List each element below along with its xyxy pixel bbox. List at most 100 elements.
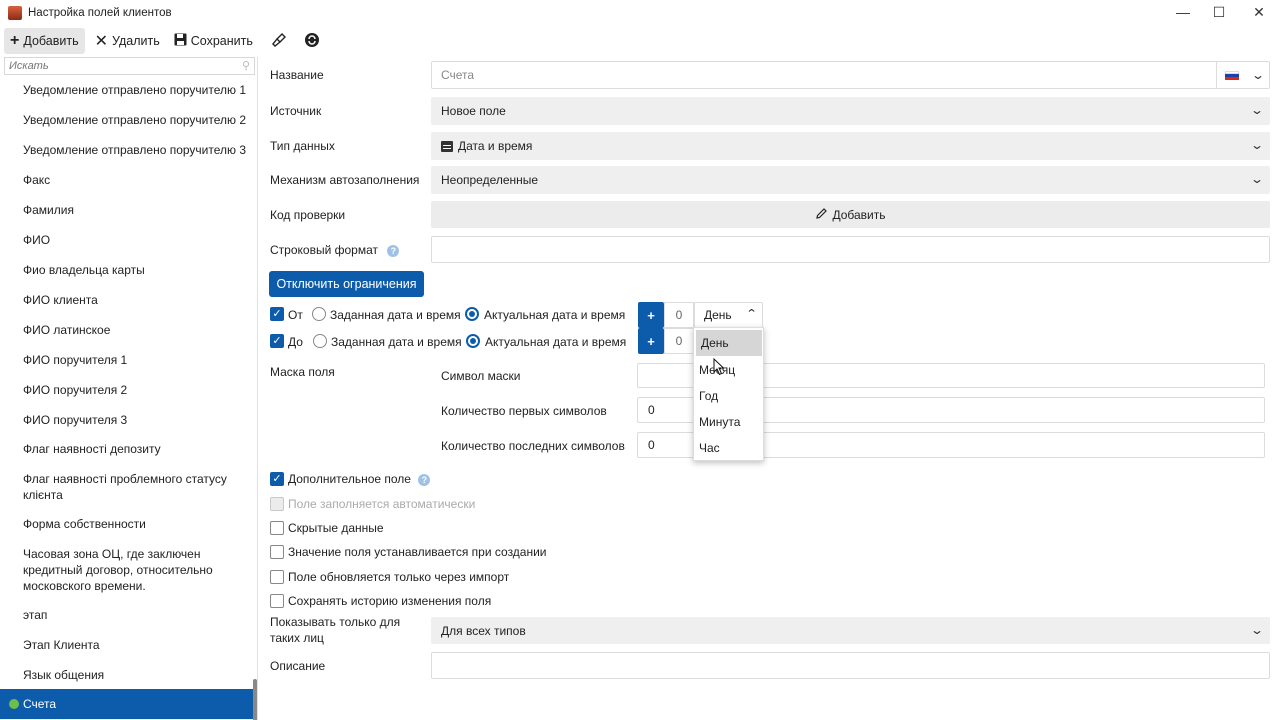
import-only-checkbox[interactable] — [270, 570, 284, 584]
disable-limits-button[interactable]: Отключить ограничения — [269, 271, 424, 297]
save-button[interactable]: Сохранить — [168, 28, 259, 54]
list-item[interactable]: Флаг наявності депозиту — [0, 441, 254, 457]
list-item[interactable]: Форма собственности — [0, 516, 254, 532]
type-select[interactable]: Дата и время ⌄ — [431, 132, 1270, 160]
from-number-input[interactable]: 0 — [664, 302, 694, 328]
brush-button[interactable] — [265, 28, 293, 54]
hidden-data-checkbox[interactable] — [270, 521, 284, 535]
from-given-label: Заданная дата и время — [330, 308, 461, 322]
list-item[interactable]: ФИО — [0, 232, 254, 248]
unit-dropdown: День Месяц Год Минута Час — [693, 327, 764, 461]
from-plus-button[interactable]: + — [638, 302, 664, 328]
extra-field-text: Дополнительное поле — [288, 472, 411, 486]
keep-history-checkbox[interactable] — [270, 594, 284, 608]
to-label: До — [288, 335, 303, 349]
extra-field-checkbox[interactable]: ✓ — [270, 472, 284, 486]
floppy-icon — [174, 33, 187, 49]
last-count-label: Количество последних символов — [441, 439, 625, 453]
dropdown-option-month[interactable]: Месяц — [694, 357, 763, 383]
list-item[interactable]: Язык общения — [0, 667, 254, 683]
format-label: Строковый формат ? — [270, 243, 400, 257]
name-label: Название — [270, 68, 324, 82]
check-code-label: Код проверки — [270, 208, 346, 222]
divider — [1216, 62, 1217, 88]
show-for-value: Для всех типов — [441, 623, 526, 638]
delete-button[interactable]: ✕ Удалить — [89, 28, 166, 54]
name-input[interactable]: Счета ⌄ — [431, 61, 1270, 89]
list-item-selected[interactable]: Счета — [0, 689, 254, 719]
search-input[interactable] — [5, 58, 254, 74]
name-value: Счета — [441, 68, 475, 82]
list-item[interactable]: Уведомление отправлено поручителю 3 — [0, 142, 254, 158]
calendar-icon — [441, 140, 453, 152]
unit-value: День — [704, 308, 732, 322]
app-icon — [8, 6, 22, 20]
autofill-select[interactable]: Неопределенные ⌄ — [431, 166, 1270, 194]
title-bar: Настройка полей клиентов — ☐ ✕ — [0, 0, 1280, 26]
autofill-value: Неопределенные — [441, 173, 539, 187]
list-item[interactable]: ФИО клиента — [0, 292, 254, 308]
hidden-data-label: Скрытые данные — [288, 521, 384, 535]
refresh-button[interactable] — [299, 28, 325, 54]
to-number-input[interactable]: 0 — [664, 328, 694, 354]
list-item[interactable]: Факс — [0, 172, 254, 188]
flag-ru-icon[interactable] — [1225, 71, 1239, 80]
chevron-down-icon: ⌄ — [1249, 623, 1265, 637]
list-item[interactable]: Флаг наявності проблемного статусу клієн… — [0, 471, 230, 503]
source-select[interactable]: Новое поле ⌄ — [431, 97, 1270, 125]
unit-select[interactable]: День ⌃ — [694, 302, 763, 328]
list-item[interactable]: ФИО латинское — [0, 322, 254, 338]
pencil-icon — [815, 207, 828, 223]
to-given-radio[interactable] — [313, 334, 327, 348]
dropdown-option-day[interactable]: День — [696, 330, 762, 356]
dropdown-option-minute[interactable]: Минута — [694, 409, 763, 435]
format-input[interactable] — [431, 236, 1270, 263]
description-input[interactable] — [431, 652, 1270, 679]
set-on-create-checkbox[interactable] — [270, 545, 284, 559]
add-label: Добавить — [23, 34, 79, 48]
help-icon[interactable]: ? — [387, 245, 400, 257]
to-plus-button[interactable]: + — [638, 328, 664, 354]
add-check-code-button[interactable]: Добавить — [431, 201, 1270, 228]
list-item[interactable]: ФИО поручителя 1 — [0, 352, 254, 368]
dropdown-option-hour[interactable]: Час — [694, 435, 763, 461]
to-actual-radio[interactable] — [466, 334, 480, 348]
set-on-create-label: Значение поля устанавливается при создан… — [288, 545, 547, 559]
keep-history-label: Сохранять историю изменения поля — [288, 594, 492, 608]
help-icon[interactable]: ? — [418, 474, 431, 486]
first-count-value: 0 — [648, 403, 655, 417]
from-actual-radio[interactable] — [465, 307, 479, 321]
auto-filled-checkbox[interactable] — [270, 497, 284, 511]
from-given-radio[interactable] — [312, 307, 326, 321]
refresh-icon — [304, 32, 319, 50]
add-button[interactable]: + Добавить — [4, 28, 85, 54]
from-checkbox[interactable]: ✓ — [270, 307, 284, 321]
first-count-label: Количество первых символов — [441, 404, 607, 418]
list-item[interactable]: Фамилия — [0, 202, 254, 218]
chevron-up-icon: ⌃ — [745, 308, 758, 320]
list-item[interactable]: ФИО поручителя 2 — [0, 382, 254, 398]
from-label: От — [288, 308, 303, 322]
minimize-icon[interactable]: — — [1164, 0, 1202, 24]
import-only-label: Поле обновляется только через импорт — [288, 570, 510, 584]
maximize-icon[interactable]: ☐ — [1200, 0, 1238, 24]
list-item[interactable]: Часовая зона ОЦ, где заключен кредитный … — [0, 546, 222, 594]
close-icon[interactable]: ✕ — [1240, 0, 1278, 24]
list-item[interactable]: Уведомление отправлено поручителю 1 — [0, 82, 254, 98]
chevron-down-icon[interactable]: ⌄ — [1251, 68, 1265, 82]
chevron-down-icon: ⌄ — [1249, 103, 1265, 117]
list-item[interactable]: Уведомление отправлено поручителю 2 — [0, 112, 254, 128]
list-item[interactable]: Этап Клиента — [0, 637, 254, 653]
list-item[interactable]: этап — [0, 607, 254, 623]
to-checkbox[interactable]: ✓ — [270, 334, 284, 348]
sidebar: ⚲ Уведомление отправлено поручителю 1 Ув… — [0, 57, 258, 720]
list-item[interactable]: Фио владельца карты — [0, 262, 254, 278]
brush-icon — [271, 32, 287, 51]
dropdown-option-year[interactable]: Год — [694, 383, 763, 409]
extra-field-label: Дополнительное поле ? — [288, 472, 431, 486]
search-box[interactable]: ⚲ — [4, 57, 255, 75]
chevron-down-icon: ⌄ — [1249, 138, 1265, 152]
show-for-select[interactable]: Для всех типов ⌄ — [431, 617, 1270, 644]
sidebar-scrollbar[interactable] — [253, 679, 257, 720]
list-item[interactable]: ФИО поручителя 3 — [0, 412, 254, 428]
